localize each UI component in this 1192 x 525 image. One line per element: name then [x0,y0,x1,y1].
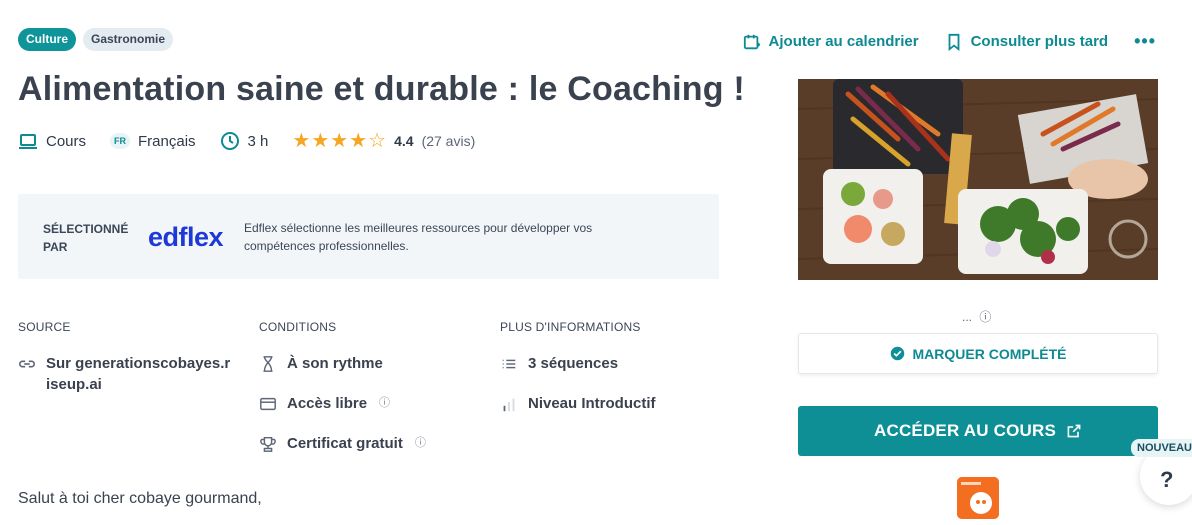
page-title: Alimentation saine et durable : le Coach… [18,70,745,108]
calendar-add-icon [743,34,760,49]
external-link-icon [1067,424,1081,438]
view-later-button[interactable]: Consulter plus tard [945,33,1109,51]
condition-certificate-label: Certificat gratuit [287,435,403,452]
tag-gastronomie[interactable]: Gastronomie [83,28,174,51]
conditions-column: CONDITIONS À son rythme Accès libre ⓘ Ce… [259,320,479,473]
info-sequences-label: 3 séquences [528,355,619,372]
star-outline-icon: ☆ [368,130,387,152]
language-badge: FR [110,133,131,149]
rating-count: (27 avis) [421,133,476,149]
rating-stars: ★ ★ ★ ★ ☆ [292,131,386,151]
star-icon: ★ [292,130,311,152]
more-info-title: PLUS D'INFORMATIONS [500,320,641,334]
source-column: SOURCE Sur generationscobayes.riseup.ai [18,320,238,414]
edflex-logo: edflex [148,222,224,252]
conditions-title: CONDITIONS [259,320,337,334]
selection-box: SÉLECTIONNÉ PAR edflex Edflex sélectionn… [18,194,719,279]
condition-pace-label: À son rythme [287,355,383,372]
meta-language-label: Français [138,132,196,150]
view-later-label: Consulter plus tard [970,33,1109,50]
access-course-button[interactable]: ACCÉDER AU COURS [798,406,1158,456]
rating-value: 4.4 [394,133,414,149]
new-badge: NOUVEAU [1131,439,1192,457]
condition-access-label: Accès libre [287,395,368,412]
course-meta: Cours FR Français 3 h ★ ★ ★ ★ ☆ 4.4 (27 … [18,131,475,151]
add-to-calendar-label: Ajouter au calendrier [768,33,919,50]
condition-pace: À son rythme [259,353,479,374]
laptop-icon [19,134,37,149]
provider-logo [957,477,999,519]
access-course-label: ACCÉDER AU COURS [873,421,1057,440]
help-question-icon[interactable]: ? [1160,467,1173,493]
top-actions: Ajouter au calendrier Consulter plus tar… [743,31,1156,52]
star-icon: ★ [330,130,349,152]
tag-list: Culture Gastronomie [18,28,174,51]
source-title: SOURCE [18,320,71,334]
food-illustration [798,79,1158,280]
add-to-calendar-button[interactable]: Ajouter au calendrier [743,33,919,51]
info-icon[interactable]: ⓘ [415,433,426,454]
more-options-button[interactable]: ••• [1134,31,1156,52]
info-level-label: Niveau Introductif [528,395,656,412]
meta-duration-label: 3 h [247,132,269,150]
meta-type-label: Cours [46,132,87,150]
dots-info: ... ⓘ [962,308,991,325]
meta-duration: 3 h [220,131,269,151]
meta-rating: ★ ★ ★ ★ ☆ 4.4 (27 avis) [292,131,475,151]
more-info-column: PLUS D'INFORMATIONS 3 séquences Niveau I… [500,320,720,433]
info-icon[interactable]: ⓘ [979,310,991,324]
source-link[interactable]: Sur generationscobayes.riseup.ai [18,353,238,395]
link-icon [19,360,35,368]
provider-mascot-icon [957,477,999,519]
trophy-icon [260,436,276,452]
clock-icon [220,132,239,150]
selected-by-label: SÉLECTIONNÉ PAR [43,222,129,254]
hourglass-icon [263,356,273,372]
list-icon [502,359,516,369]
tag-culture[interactable]: Culture [18,28,76,51]
credit-card-icon [260,397,276,411]
course-image [798,79,1158,280]
info-sequences: 3 séquences [500,353,720,374]
meta-language: FR Français [110,133,196,150]
mark-complete-button[interactable]: MARQUER COMPLÉTÉ [798,333,1158,374]
check-circle-icon [890,346,904,361]
star-icon: ★ [311,130,330,152]
info-icon[interactable]: ⓘ [379,393,390,414]
condition-certificate: Certificat gratuit ⓘ [259,433,479,454]
description-greeting: Salut à toi cher cobaye gourmand, [18,490,262,507]
meta-type: Cours [18,131,86,151]
star-icon: ★ [349,130,368,152]
level-bars-icon [503,398,515,412]
bookmark-icon [948,33,959,51]
source-link-label: Sur generationscobayes.riseup.ai [46,355,231,393]
selection-description: Edflex sélectionne les meilleures ressou… [244,221,593,253]
info-level: Niveau Introductif [500,393,720,414]
dots-label: ... [962,310,973,324]
condition-access: Accès libre ⓘ [259,393,479,414]
mark-complete-label: MARQUER COMPLÉTÉ [912,345,1067,362]
